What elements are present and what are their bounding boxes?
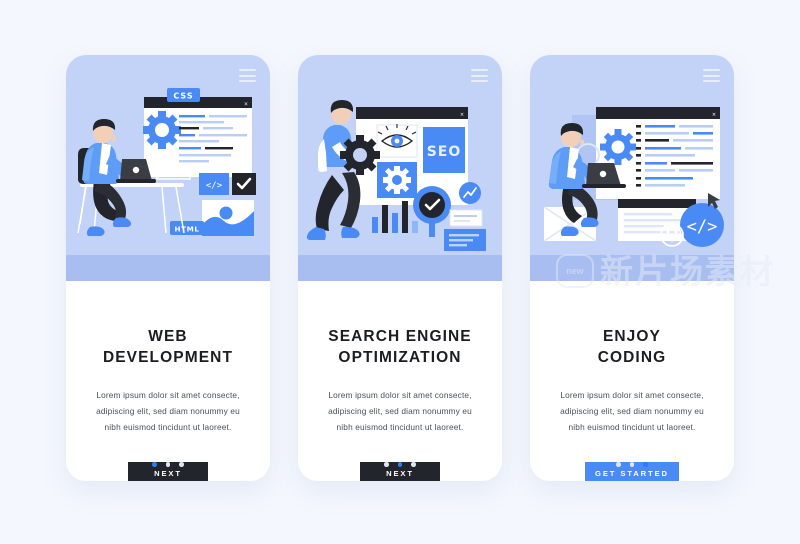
pagination-dot-1[interactable] bbox=[384, 462, 389, 467]
seo-analyst-illustration: × SEO bbox=[298, 55, 502, 255]
hero-illustration-web-development: × CSS </> HTML bbox=[66, 55, 270, 255]
illustration-floor-band bbox=[298, 255, 502, 281]
hamburger-menu-icon[interactable] bbox=[471, 69, 488, 82]
card-description: Lorem ipsum dolor sit amet consecte, adi… bbox=[328, 390, 472, 433]
svg-text:HTML: HTML bbox=[174, 225, 199, 234]
card-body-seo: SEARCH ENGINE OPTIMIZATION Lorem ipsum d… bbox=[298, 281, 502, 481]
hero-illustration-enjoy-coding: × </> bbox=[530, 55, 734, 255]
pagination-dot-2[interactable] bbox=[165, 462, 171, 467]
svg-text:CSS: CSS bbox=[173, 92, 193, 101]
hamburger-menu-icon[interactable] bbox=[239, 69, 256, 82]
hero-illustration-seo: × SEO bbox=[298, 55, 502, 255]
svg-text:×: × bbox=[712, 112, 716, 118]
developer-at-desk-illustration: × CSS </> HTML bbox=[66, 55, 270, 255]
svg-text:×: × bbox=[244, 102, 248, 108]
card-body-enjoy-coding: ENJOY CODING Lorem ipsum dolor sit amet … bbox=[530, 281, 734, 481]
hamburger-menu-icon[interactable] bbox=[703, 69, 720, 82]
onboarding-screens-container: × CSS </> HTML WEB DEVELOPMENT Lorem ips… bbox=[0, 0, 800, 544]
onboarding-card-web-development: × CSS </> HTML WEB DEVELOPMENT Lorem ips… bbox=[66, 55, 270, 481]
pagination-dots bbox=[66, 462, 270, 467]
pagination-dot-1[interactable] bbox=[152, 462, 157, 467]
svg-text:</>: </> bbox=[206, 181, 223, 191]
pagination-dot-2[interactable] bbox=[629, 462, 635, 467]
svg-text:SEO: SEO bbox=[427, 144, 462, 160]
svg-text:</>: </> bbox=[687, 217, 718, 237]
coder-on-box-illustration: × </> bbox=[530, 55, 734, 255]
pagination-dot-3[interactable] bbox=[411, 462, 416, 467]
card-description: Lorem ipsum dolor sit amet consecte, adi… bbox=[96, 390, 240, 433]
pagination-dot-1[interactable] bbox=[616, 462, 621, 467]
card-title: SEARCH ENGINE OPTIMIZATION bbox=[328, 328, 472, 366]
pagination-dot-3[interactable] bbox=[643, 462, 648, 467]
svg-text:×: × bbox=[460, 112, 464, 118]
card-description: Lorem ipsum dolor sit amet consecte, adi… bbox=[560, 390, 704, 433]
illustration-floor-band bbox=[530, 255, 734, 281]
pagination-dot-3[interactable] bbox=[179, 462, 184, 467]
card-title: ENJOY CODING bbox=[597, 328, 667, 366]
card-body-web-development: WEB DEVELOPMENT Lorem ipsum dolor sit am… bbox=[66, 281, 270, 481]
pagination-dots bbox=[530, 462, 734, 467]
card-title: WEB DEVELOPMENT bbox=[102, 328, 234, 366]
onboarding-card-enjoy-coding: × </> ENJOY CODING Lorem ipsum dolor sit… bbox=[530, 55, 734, 481]
illustration-floor-band bbox=[66, 255, 270, 281]
pagination-dot-2[interactable] bbox=[397, 462, 403, 467]
onboarding-card-seo: × SEO SEARCH ENGINE OPTIMIZATION Lorem i… bbox=[298, 55, 502, 481]
pagination-dots bbox=[298, 462, 502, 467]
